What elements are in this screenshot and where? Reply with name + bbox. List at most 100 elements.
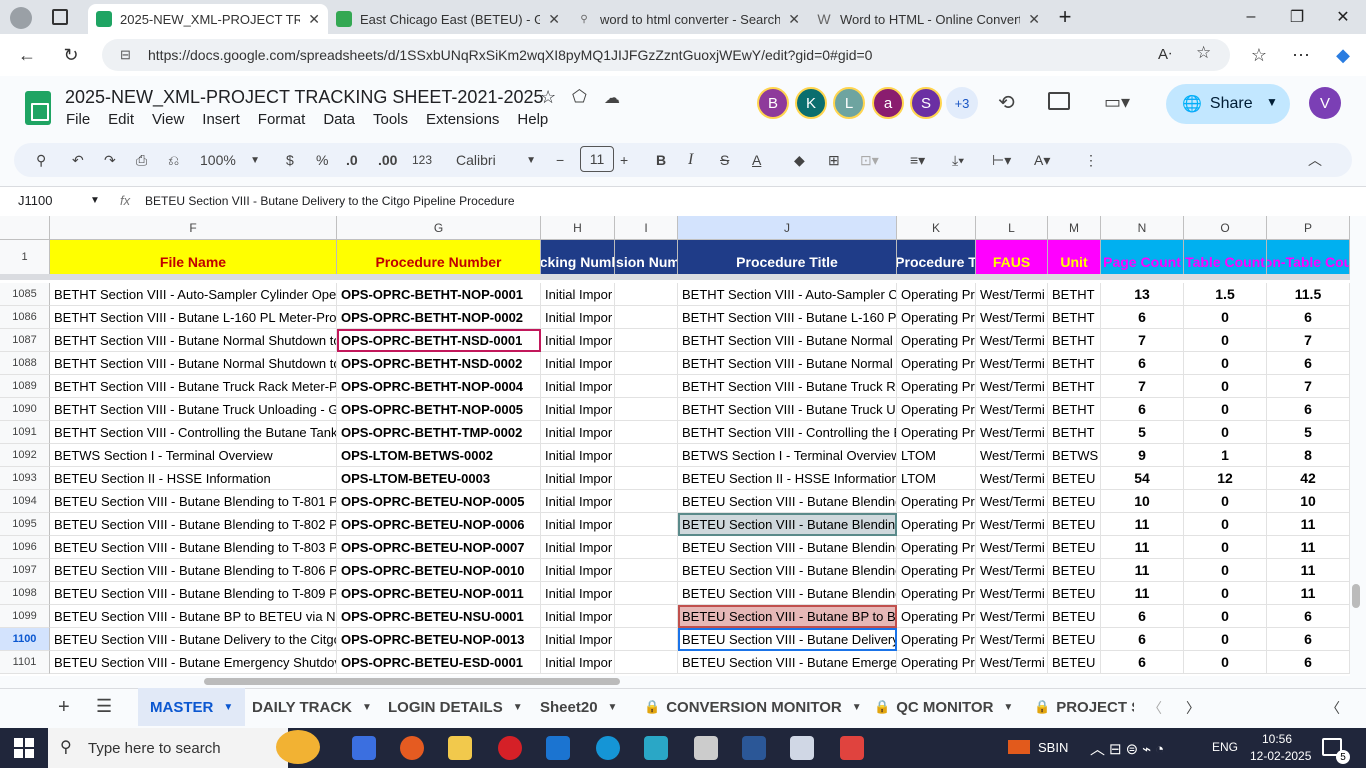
cell-g[interactable]: OPS-OPRC-BETEU-NOP-0006 bbox=[337, 513, 541, 536]
cell-p[interactable]: 11 bbox=[1267, 559, 1350, 582]
cell-j[interactable]: BETEU Section VIII - Butane Blending bbox=[678, 513, 897, 536]
favorite-icon[interactable]: ☆ bbox=[1196, 43, 1211, 63]
add-sheet-button[interactable]: + bbox=[58, 696, 70, 719]
cell-k[interactable]: Operating Pr bbox=[897, 421, 976, 444]
back-icon[interactable]: ← bbox=[14, 42, 40, 68]
cell-o[interactable]: 0 bbox=[1184, 513, 1267, 536]
cell-n[interactable]: 5 bbox=[1101, 421, 1184, 444]
paint-format-icon[interactable]: ⎌ bbox=[168, 150, 179, 170]
cell-i[interactable] bbox=[615, 421, 678, 444]
corner-cell[interactable] bbox=[0, 216, 50, 240]
cell-h[interactable]: Initial Impor bbox=[541, 467, 615, 490]
column-header-k[interactable]: K bbox=[897, 216, 976, 240]
menu-tools[interactable]: Tools bbox=[373, 111, 408, 128]
document-title[interactable]: 2025-NEW_XML-PROJECT TRACKING SHEET-2021… bbox=[65, 87, 544, 108]
cell-f[interactable]: BETHT Section VIII - Butane Truck Rack M… bbox=[50, 375, 337, 398]
profile-icon[interactable] bbox=[10, 7, 32, 29]
collaborator-avatar[interactable]: L bbox=[833, 87, 865, 119]
cell-g[interactable]: OPS-OPRC-BETEU-ESD-0001 bbox=[337, 651, 541, 674]
cell-g[interactable]: OPS-OPRC-BETHT-NSD-0001 bbox=[337, 329, 541, 352]
cell-k[interactable]: Operating Pr bbox=[897, 375, 976, 398]
cell-p[interactable]: 11.5 bbox=[1267, 283, 1350, 306]
header-cell-j[interactable]: Procedure Title bbox=[678, 240, 897, 274]
header-cell-o[interactable]: Table Count bbox=[1184, 240, 1267, 274]
cell-o[interactable]: 0 bbox=[1184, 628, 1267, 651]
cell-h[interactable]: Initial Impor bbox=[541, 628, 615, 651]
collaborator-avatar[interactable]: S bbox=[910, 87, 942, 119]
cell-k[interactable]: Operating Pr bbox=[897, 513, 976, 536]
header-cell-m[interactable]: Unit bbox=[1048, 240, 1101, 274]
frozen-divider[interactable] bbox=[0, 274, 1350, 280]
cell-i[interactable] bbox=[615, 329, 678, 352]
text-color-icon[interactable]: A bbox=[752, 150, 761, 170]
cell-f[interactable]: BETHT Section VIII - Butane Normal Shutd… bbox=[50, 352, 337, 375]
menu-view[interactable]: View bbox=[152, 111, 184, 128]
bold-icon[interactable]: B bbox=[656, 150, 666, 170]
row-header[interactable]: 1090 bbox=[0, 398, 50, 421]
cell-l[interactable]: West/Termi bbox=[976, 582, 1048, 605]
chevron-down-icon[interactable]: ▼ bbox=[852, 702, 862, 713]
browser-tab[interactable]: East Chicago East (BETEU) - Goog ✕ bbox=[328, 4, 568, 34]
cell-f[interactable]: BETHT Section VIII - Butane Normal Shutd… bbox=[50, 329, 337, 352]
cell-n[interactable]: 9 bbox=[1101, 444, 1184, 467]
cell-l[interactable]: West/Termi bbox=[976, 398, 1048, 421]
cell-o[interactable]: 0 bbox=[1184, 605, 1267, 628]
column-header-h[interactable]: H bbox=[541, 216, 615, 240]
close-icon[interactable]: ✕ bbox=[548, 11, 560, 28]
cell-h[interactable]: Initial Impor bbox=[541, 329, 615, 352]
copilot-app-icon[interactable] bbox=[352, 736, 376, 760]
row-header[interactable]: 1087 bbox=[0, 329, 50, 352]
cell-n[interactable]: 11 bbox=[1101, 536, 1184, 559]
font-size-decrease[interactable]: − bbox=[556, 150, 564, 170]
cell-k[interactable]: Operating Pr bbox=[897, 536, 976, 559]
vertical-scrollbar[interactable] bbox=[1352, 584, 1360, 608]
stock-label[interactable]: SBIN bbox=[1038, 740, 1068, 755]
cell-f[interactable]: BETHT Section VIII - Butane Truck Unload… bbox=[50, 398, 337, 421]
merge-icon[interactable]: ⊡▾ bbox=[860, 150, 879, 170]
scroll-tabs-right-icon[interactable]: 〉 bbox=[1186, 698, 1200, 718]
cell-i[interactable] bbox=[615, 467, 678, 490]
cell-o[interactable]: 0 bbox=[1184, 651, 1267, 674]
row-header[interactable]: 1091 bbox=[0, 421, 50, 444]
meet-icon[interactable]: ▭▾ bbox=[1104, 92, 1130, 113]
cell-k[interactable]: LTOM bbox=[897, 444, 976, 467]
cell-j[interactable]: BETHT Section VIII - Butane Truck Ur bbox=[678, 398, 897, 421]
media-icon[interactable] bbox=[694, 736, 718, 760]
cell-n[interactable]: 10 bbox=[1101, 490, 1184, 513]
cell-k[interactable]: Operating Pr bbox=[897, 329, 976, 352]
minimize-icon[interactable]: – bbox=[1240, 6, 1262, 28]
more-icon[interactable]: ⋯ bbox=[1288, 42, 1314, 68]
row-header[interactable]: 1092 bbox=[0, 444, 50, 467]
more-tools-icon[interactable]: ⋮ bbox=[1084, 150, 1098, 170]
cell-o[interactable]: 0 bbox=[1184, 375, 1267, 398]
valign-icon[interactable]: ⤓▾ bbox=[952, 150, 964, 170]
cell-i[interactable] bbox=[615, 605, 678, 628]
cell-p[interactable]: 6 bbox=[1267, 628, 1350, 651]
cell-g[interactable]: OPS-OPRC-BETHT-NOP-0002 bbox=[337, 306, 541, 329]
cell-h[interactable]: Initial Impor bbox=[541, 398, 615, 421]
undo-icon[interactable]: ↶ bbox=[72, 150, 84, 170]
collaborator-avatar[interactable]: K bbox=[795, 87, 827, 119]
cell-j[interactable]: BETEU Section VIII - Butane Blending bbox=[678, 559, 897, 582]
cell-p[interactable]: 6 bbox=[1267, 651, 1350, 674]
cell-j[interactable]: BETWS Section I - Terminal Overview bbox=[678, 444, 897, 467]
browser-tab[interactable]: 2025-NEW_XML-PROJECT TRACKI ✕ bbox=[88, 4, 328, 34]
cell-p[interactable]: 42 bbox=[1267, 467, 1350, 490]
header-cell-n[interactable]: Page Count bbox=[1101, 240, 1184, 274]
share-button[interactable]: 🌐 Share ▼ bbox=[1166, 84, 1290, 124]
cell-n[interactable]: 7 bbox=[1101, 375, 1184, 398]
new-tab-button[interactable]: + bbox=[1054, 4, 1076, 29]
cell-l[interactable]: West/Termi bbox=[976, 444, 1048, 467]
search-icon[interactable]: ⚲ bbox=[36, 150, 46, 170]
cell-g[interactable]: OPS-OPRC-BETEU-NSU-0001 bbox=[337, 605, 541, 628]
cell-m[interactable]: BETWS bbox=[1048, 444, 1101, 467]
cell-k[interactable]: Operating Pr bbox=[897, 306, 976, 329]
column-header-i[interactable]: I bbox=[615, 216, 678, 240]
read-aloud-icon[interactable]: Aᐧ bbox=[1158, 45, 1172, 63]
sheet-tab[interactable]: LOGIN DETAILS ▼ bbox=[378, 688, 533, 726]
cell-f[interactable]: BETHT Section VIII - Butane L-160 PL Met… bbox=[50, 306, 337, 329]
cell-p[interactable]: 6 bbox=[1267, 306, 1350, 329]
cell-h[interactable]: Initial Impor bbox=[541, 375, 615, 398]
header-cell-k[interactable]: Procedure T bbox=[897, 240, 976, 274]
cell-f[interactable]: BETEU Section VIII - Butane Blending to … bbox=[50, 490, 337, 513]
